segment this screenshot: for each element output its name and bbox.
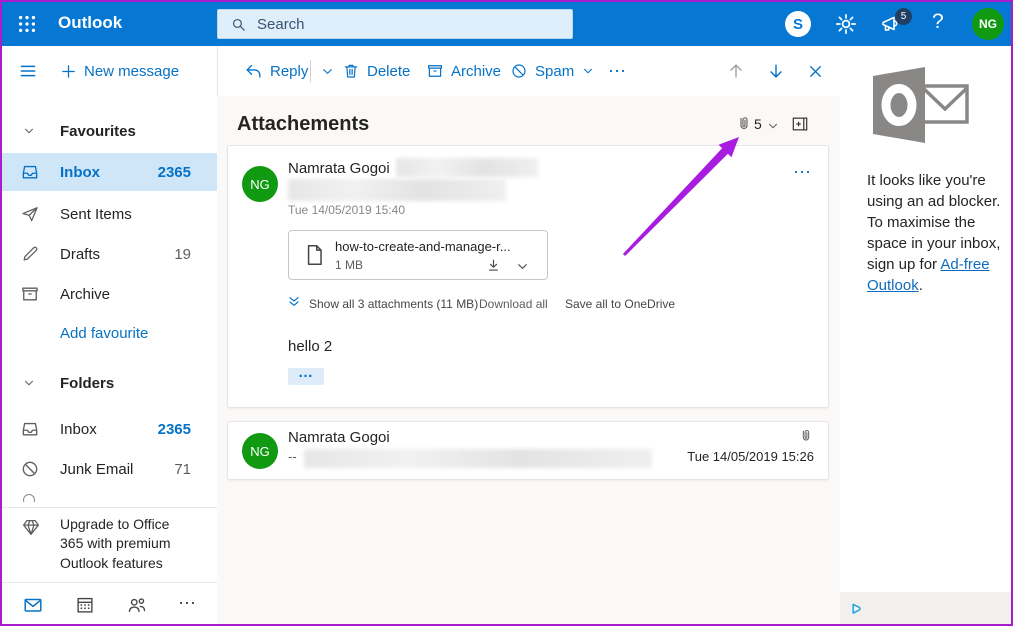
attachments-count: 5: [754, 116, 762, 132]
reply-dropdown-chevron-icon[interactable]: [320, 46, 335, 96]
junk-block-icon: [20, 459, 40, 479]
show-all-attachments-link[interactable]: Show all 3 attachments (11 MB): [309, 297, 478, 311]
new-message-button[interactable]: New message: [60, 46, 179, 96]
sender-avatar[interactable]: NG: [242, 433, 278, 469]
reply-button[interactable]: Reply: [244, 46, 308, 96]
calendar-module-icon[interactable]: [74, 594, 96, 616]
collapse-chevron-icon[interactable]: [22, 376, 36, 390]
sidebar-divider: [2, 507, 217, 508]
message-timestamp: Tue 14/05/2019 15:26: [687, 449, 814, 464]
trash-icon: [342, 62, 360, 80]
favourites-section-header[interactable]: Favourites: [2, 112, 217, 150]
next-message-arrow-icon[interactable]: [766, 46, 786, 96]
sidebar-item-sent-items[interactable]: Sent Items: [2, 195, 217, 233]
download-all-link[interactable]: Download all: [479, 297, 548, 311]
attachment-size: 1 MB: [335, 258, 364, 272]
message-body: hello 2: [288, 338, 333, 355]
archive-icon: [20, 284, 40, 304]
account-avatar[interactable]: NG: [972, 8, 1004, 40]
message-card-collapsed[interactable]: NG Namrata Gogoi -- Tue 14/05/2019 15:26: [227, 421, 829, 480]
folders-section-header[interactable]: Folders: [2, 364, 217, 402]
folder-sidebar: Favourites Inbox 2365 Sent Items Drafts …: [2, 96, 217, 624]
outlook-window: Outlook S 5 ? NG New message: [0, 0, 1013, 626]
sidebar-item-inbox-favourite[interactable]: Inbox 2365: [2, 153, 217, 191]
open-in-new-window-icon[interactable]: [790, 114, 810, 134]
sender-avatar[interactable]: NG: [242, 166, 278, 202]
ad-rail: It looks like you're using an ad blocker…: [840, 46, 1011, 624]
sender-name: Namrata Gogoi: [288, 160, 390, 177]
people-module-icon[interactable]: [126, 594, 148, 616]
message-timestamp: Tue 14/05/2019 15:40: [288, 203, 405, 217]
collapse-chevron-icon[interactable]: [22, 124, 36, 138]
archive-button[interactable]: Archive: [426, 46, 501, 96]
redacted-preview: [304, 449, 652, 468]
archive-icon: [426, 62, 444, 80]
double-chevron-down-icon: [286, 294, 302, 310]
upgrade-office-link[interactable]: Upgrade to Office 365 with premium Outlo…: [60, 515, 190, 573]
unread-count: 2365: [157, 420, 191, 438]
reply-icon: [244, 62, 263, 81]
drafts-pencil-icon: [20, 244, 40, 264]
document-icon: [301, 242, 327, 268]
inbox-icon: [20, 419, 40, 439]
help-icon[interactable]: ?: [932, 10, 944, 34]
adblocker-message: It looks like you're using an ad blocker…: [867, 172, 1001, 294]
partial-folder-icon: [23, 494, 37, 502]
junk-count: 71: [174, 460, 191, 478]
delete-button[interactable]: Delete: [342, 46, 410, 96]
message-card-expanded[interactable]: NG Namrata Gogoi Tue 14/05/2019 15:40 ⋯ …: [227, 145, 829, 408]
toolbar-separator: [310, 60, 311, 82]
toolbar-more-button[interactable]: ⋯: [608, 46, 627, 96]
sidebar-item-archive[interactable]: Archive: [2, 275, 217, 313]
message-more-button[interactable]: ⋯: [793, 162, 812, 183]
show-trimmed-content-button[interactable]: …: [288, 365, 324, 385]
spam-button[interactable]: Spam: [510, 46, 595, 96]
attachments-paperclip-icon: [735, 115, 753, 133]
close-reading-pane-icon[interactable]: [806, 46, 825, 96]
drafts-count: 19: [174, 245, 191, 263]
ad-placeholder: [840, 592, 1011, 624]
notification-badge: 5: [895, 8, 912, 25]
pane-divider: [217, 46, 218, 96]
sent-icon: [20, 204, 40, 224]
redacted-recipient: [288, 179, 506, 201]
outlook-logo-gray: [873, 67, 969, 143]
sidebar-divider: [2, 582, 217, 583]
premium-diamond-icon: [20, 516, 42, 538]
attachment-filename: how-to-create-and-manage-r...: [335, 239, 511, 254]
mail-module-icon[interactable]: [22, 594, 44, 616]
top-app-bar: Outlook S 5 ? NG: [2, 2, 1011, 46]
redacted-email-address: [396, 158, 538, 177]
block-icon: [510, 62, 528, 80]
download-icon[interactable]: [485, 257, 502, 274]
sidebar-item-junk-email[interactable]: Junk Email 71: [2, 450, 217, 488]
attachment-options-chevron-icon[interactable]: [515, 259, 530, 274]
brand-title[interactable]: Outlook: [58, 13, 122, 33]
adchoices-icon[interactable]: [848, 600, 867, 619]
previous-message-arrow-icon[interactable]: [726, 46, 746, 96]
add-favourite-link[interactable]: Add favourite: [2, 318, 217, 348]
unread-count: 2365: [157, 163, 191, 181]
save-all-onedrive-link[interactable]: Save all to OneDrive: [565, 297, 675, 311]
conversation-subject: Attachements: [237, 113, 370, 135]
search-bar[interactable]: [217, 9, 573, 39]
plus-icon: [60, 63, 77, 80]
attachment-tile[interactable]: how-to-create-and-manage-r... 1 MB: [288, 230, 548, 280]
sidebar-item-inbox-folder[interactable]: Inbox 2365: [2, 410, 217, 448]
sidebar-item-drafts[interactable]: Drafts 19: [2, 235, 217, 273]
modules-more-button[interactable]: ⋯: [178, 593, 197, 614]
search-input[interactable]: [257, 15, 527, 33]
sender-name: Namrata Gogoi: [288, 429, 390, 446]
inbox-icon: [20, 162, 40, 182]
spam-dropdown-chevron-icon[interactable]: [581, 64, 595, 78]
app-launcher-icon[interactable]: [16, 13, 38, 35]
settings-gear-icon[interactable]: [834, 12, 858, 36]
has-attachment-paperclip-icon: [798, 428, 814, 444]
message-preview-prefix: --: [288, 449, 297, 464]
skype-icon[interactable]: S: [785, 11, 811, 37]
attachments-dropdown-chevron-icon[interactable]: [766, 119, 780, 133]
nav-hamburger-icon[interactable]: [18, 46, 38, 96]
search-icon: [230, 16, 247, 33]
